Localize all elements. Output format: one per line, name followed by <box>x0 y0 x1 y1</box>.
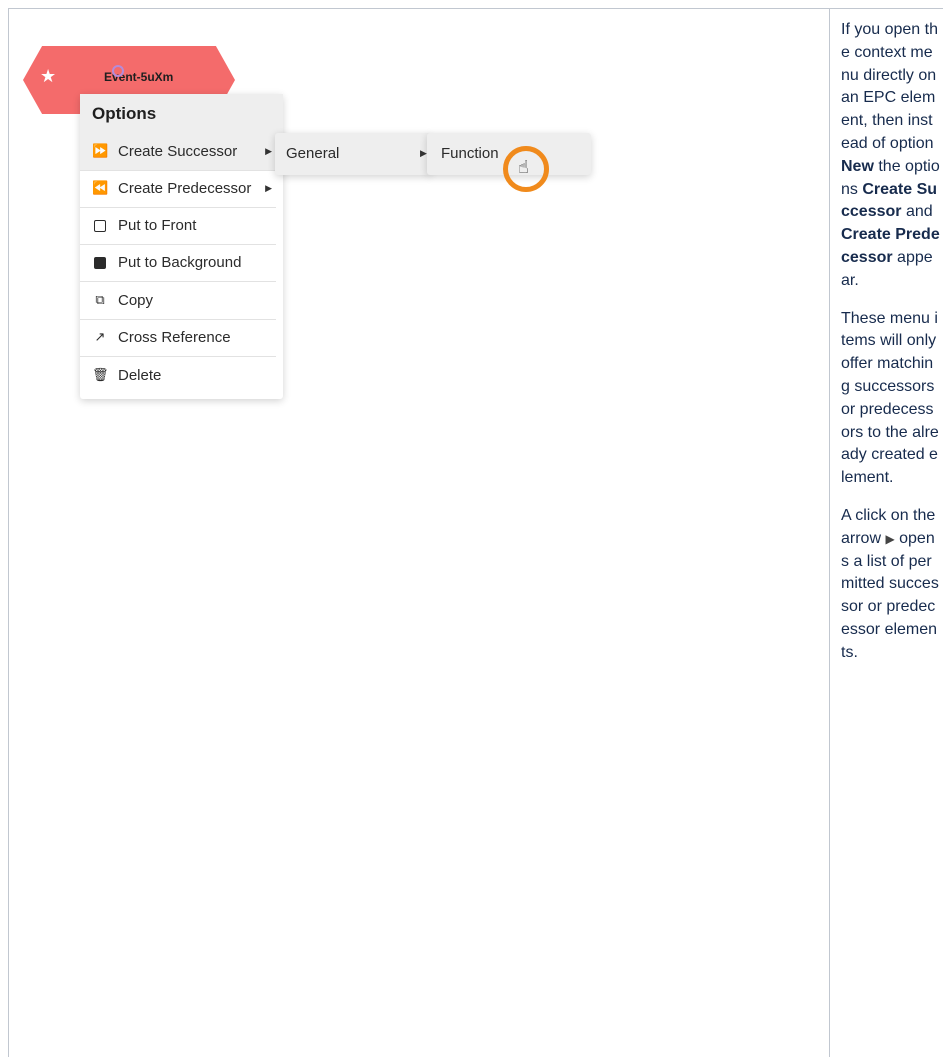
hand-pointer-icon: ☝ <box>518 157 529 178</box>
submenu-arrow-icon[interactable]: ▶ <box>265 134 272 170</box>
menu-item-label: Create Predecessor <box>118 180 252 197</box>
menu-item-label: Put to Background <box>118 254 242 271</box>
star-icon: ★ <box>40 66 57 87</box>
menu-item-create-successor[interactable]: ⏩ Create Successor ▶ <box>80 134 276 171</box>
connection-point[interactable] <box>112 65 124 77</box>
table-column-divider <box>829 8 830 1057</box>
menu-item-put-to-background[interactable]: Put to Background <box>80 245 276 282</box>
fast-forward-icon: ⏩ <box>92 144 109 159</box>
menu-item-label: Create Successor <box>118 143 238 160</box>
table-border-left <box>8 8 9 1057</box>
menu-item-cross-reference[interactable]: ↗ Cross Reference <box>80 320 276 357</box>
description-paragraph-1: If you open the context menu directly on… <box>841 21 940 289</box>
description-text: If you open the context menu directly on… <box>841 19 941 680</box>
external-link-icon: ↗ <box>94 330 106 345</box>
menu-item-put-to-front[interactable]: Put to Front <box>80 208 276 245</box>
context-menu: Options ⏩ Create Successor ▶ ⏪ Create Pr… <box>80 94 283 399</box>
trash-icon: 🗑 <box>92 368 109 383</box>
submenu-arrow-icon[interactable]: ▶ <box>420 133 427 175</box>
triangle-right-icon: ▶ <box>885 531 895 546</box>
submenu-item-function[interactable]: Function <box>441 133 499 175</box>
table-border-top <box>8 8 943 9</box>
submenu-arrow-icon[interactable]: ▶ <box>265 171 272 207</box>
square-filled-icon <box>92 245 108 284</box>
menu-item-label: Copy <box>118 292 154 309</box>
menu-item-copy[interactable]: ⧉ Copy <box>80 283 276 320</box>
copy-icon: ⧉ <box>95 293 105 308</box>
fast-rewind-icon: ⏪ <box>92 181 109 196</box>
menu-item-label: Cross Reference <box>118 329 231 346</box>
menu-item-label: Delete <box>118 367 162 384</box>
square-outline-icon <box>92 208 108 247</box>
submenu-item-general[interactable]: General <box>286 133 339 175</box>
menu-item-create-predecessor[interactable]: ⏪ Create Predecessor ▶ <box>80 171 276 208</box>
menu-title: Options <box>80 94 283 134</box>
submenu-general[interactable]: General ▶ <box>275 133 431 175</box>
description-paragraph-3: A click on the arrow ▶ opens a list of p… <box>841 506 939 661</box>
menu-item-delete[interactable]: 🗑 Delete <box>80 358 276 395</box>
menu-item-label: Put to Front <box>118 217 197 234</box>
description-paragraph-2: These menu items will only offer matchin… <box>841 309 939 487</box>
